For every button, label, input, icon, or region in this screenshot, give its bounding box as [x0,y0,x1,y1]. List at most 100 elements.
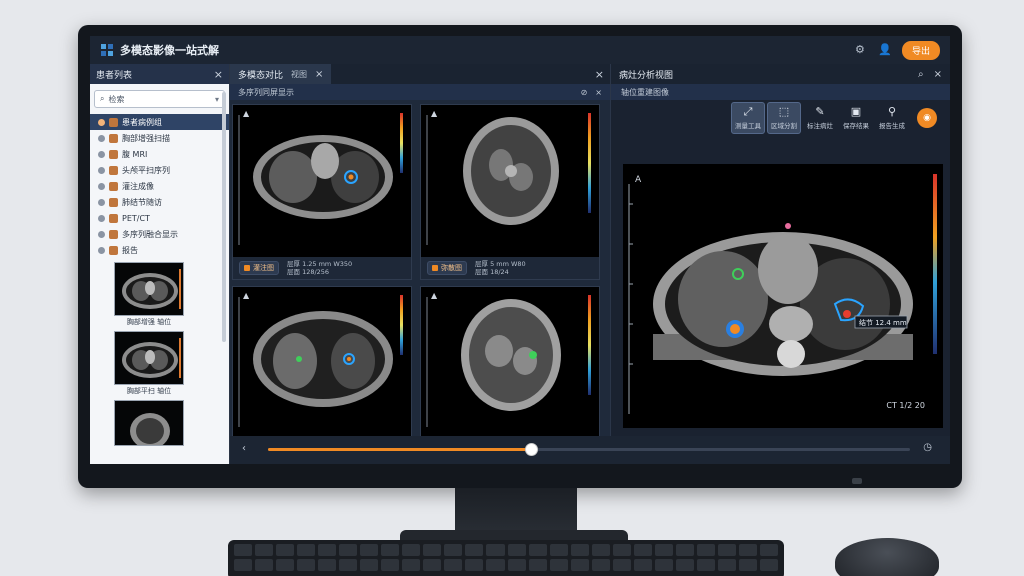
bullet-icon [98,134,105,142]
series-thumbnail[interactable] [114,262,184,316]
bullet-icon [98,182,105,190]
keyboard [228,540,784,576]
patient-list-panel: 患者列表 × ⌕ 检索 ▾ 患者病例组胸部增强扫描腹 MRI 头颅平扫序列灌注成像… [90,64,230,464]
keyboard-key [423,544,442,556]
viewport[interactable]: ▲ 弥散图 层厚 5 mm W80 层面 18/24 [420,104,600,280]
keyboard-key [402,559,421,571]
series-icon [109,165,118,175]
viewport-tag[interactable]: 灌注图 [239,261,279,275]
viewport-image [238,115,393,245]
export-button[interactable]: 导出 [901,40,940,60]
patient-list-header: 患者列表 × [90,64,229,84]
viewport-image [238,297,393,427]
keyboard-key [507,559,526,571]
analysis-tool-button[interactable]: ⬚ 区域分割 [767,102,801,134]
nodule-annotation-label: 结节 12.4 mm [859,318,907,327]
timeline-progress [268,448,532,451]
thumbnail-list: 胸部增强 轴位 胸部平扫 轴位 [90,262,229,396]
viewport-footer: 弥散图 层厚 5 mm W80 层面 18/24 [421,257,599,279]
viewport[interactable]: ▲ 灌注图 层厚 1.25 mm W350 层面 128/256 [232,104,412,280]
keyboard-key [402,544,421,556]
analysis-tool-button[interactable]: ⤢ 测量工具 [731,102,765,134]
ai-assist-icon[interactable]: ◉ [917,108,937,128]
keyboard-key [612,544,631,556]
tab-close-icon[interactable]: × [315,69,323,80]
thumbnail-label: 胸部平扫 轴位 [126,387,172,395]
series-tree-item[interactable]: 腹 MRI [90,146,229,162]
keyboard-key [633,544,652,556]
keyboard-key [255,559,274,571]
keyboard-key [423,559,442,571]
series-tree-item[interactable]: PET/CT [90,210,229,226]
play-icon[interactable]: ◷ [923,442,932,453]
series-tree-label: 头颅平扫序列 [122,165,170,175]
bullet-icon [98,198,105,206]
main-ct-image[interactable]: A 结节 12.4 mm CT 1/2 20 [623,164,943,428]
orientation-marker: ▲ [431,109,438,118]
keyboard-key [276,544,295,556]
keyboard-key [570,559,589,571]
viewport-tag-label: 弥散图 [441,264,462,272]
keyboard-key [465,559,484,571]
series-tree-item[interactable]: 肺结节随访 [90,194,229,210]
keyboard-key [696,544,715,556]
keyboard-key [444,559,463,571]
series-tree-item[interactable]: 头颅平扫序列 [90,162,229,178]
keyboard-key [381,559,400,571]
right-panel-subtitle: 轴位重建图像 [621,87,669,97]
series-tree-item[interactable]: 患者病例组 [90,114,229,130]
search-dropdown[interactable]: ⌕ 检索 ▾ [94,90,225,108]
series-tree-item[interactable]: 灌注成像 [90,178,229,194]
viewport-info-line: 层厚 1.25 mm W350 [287,260,353,268]
left-panel-scrollbar[interactable] [222,92,226,342]
keyboard-key [360,544,379,556]
series-tree-item[interactable]: 报告 [90,242,229,258]
keyboard-key [318,544,337,556]
keyboard-key [738,544,757,556]
keyboard-key [654,559,673,571]
analysis-tool-button[interactable]: ✎ 标注病灶 [803,102,837,134]
close-icon[interactable]: × [595,88,602,97]
tab-multimodal-label: 多模态对比 [238,70,284,81]
scale-ruler-left [628,184,633,414]
tab-multimodal[interactable]: 多模态对比 视图 × [230,64,332,84]
bullet-icon [98,230,105,238]
thumbnail-partial[interactable] [114,400,184,446]
tag-icon [432,265,438,271]
keyboard-key [339,559,358,571]
chevron-left-icon[interactable]: ‹ [242,443,246,454]
thumbnail-label: 胸部增强 轴位 [126,318,172,326]
search-icon[interactable]: ⌕ [918,69,924,80]
tool-icon: ▣ [850,105,862,118]
timeline-handle[interactable] [525,443,539,456]
series-tree-label: 腹 MRI [122,149,148,159]
series-tree-item[interactable]: 多序列融合显示 [90,226,229,242]
bullet-icon [98,150,105,158]
analysis-tool-button[interactable]: ⚲ 报告生成 [875,102,909,134]
tool-label: 报告生成 [879,122,905,130]
search-placeholder: 检索 [108,94,125,104]
link-icon[interactable]: ⊘ [581,88,588,97]
keyboard-key [297,559,316,571]
close-icon[interactable]: × [214,68,223,81]
keyboard-key [486,544,505,556]
user-icon[interactable]: 👤 [878,44,892,56]
keyboard-key [234,544,253,556]
viewport-tag[interactable]: 弥散图 [427,261,467,275]
close-icon[interactable]: × [595,68,604,81]
viewport-image [426,297,561,427]
analysis-tool-button[interactable]: ▣ 保存结果 [839,102,873,134]
search-icon: ⌕ [100,94,105,103]
close-icon[interactable]: × [934,69,942,80]
settings-icon[interactable]: ⚙ [854,44,866,56]
right-panel-subbar: 轴位重建图像 [611,84,950,100]
screen: 多模态影像一站式解 ⚙ 👤 导出 患者列表 × ⌕ 检索 ▾ 患者病例组 胸部增强… [90,36,950,464]
keyboard-key [591,544,610,556]
series-thumbnail[interactable] [114,331,184,385]
series-icon [109,245,118,255]
series-tree-item[interactable]: 胸部增强扫描 [90,130,229,146]
series-icon [109,149,118,159]
tool-label: 保存结果 [843,122,869,130]
series-tree-label: 患者病例组 [122,117,162,127]
keyboard-key [381,544,400,556]
